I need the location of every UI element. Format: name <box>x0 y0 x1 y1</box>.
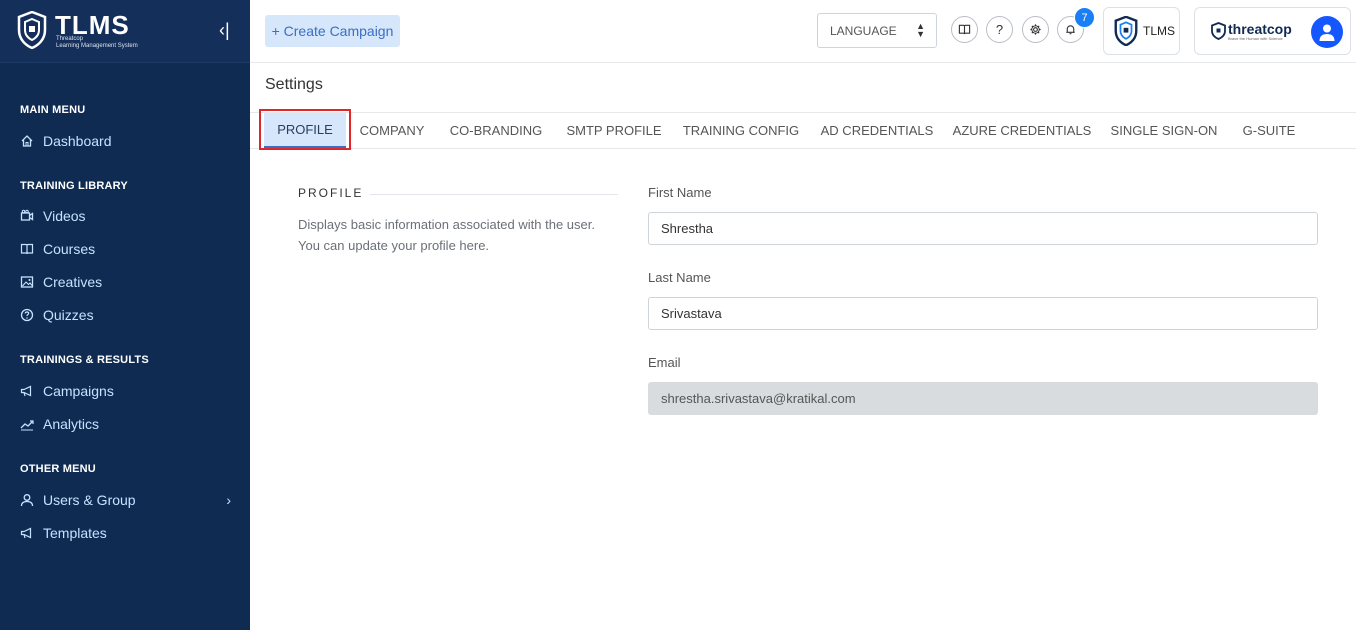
brand-subtitle-company: Threatcop <box>56 36 84 42</box>
menu-section-training-library: TRAINING LIBRARY <box>20 180 128 192</box>
user-icon <box>20 493 34 507</box>
page-title: Settings <box>265 76 323 93</box>
chart-icon <box>20 417 34 431</box>
tab-ad-credentials[interactable]: AD CREDENTIALS <box>818 113 936 148</box>
tab-training-config[interactable]: TRAINING CONFIG <box>682 113 800 148</box>
sidebar-item-label: Users & Group <box>43 492 136 508</box>
menu-section-trainings-results: TRAININGS & RESULTS <box>20 354 149 366</box>
threatcop-wordmark: threatcop <box>1228 20 1292 37</box>
threatcop-shield-icon <box>1211 22 1226 40</box>
sidebar-item-courses[interactable]: Courses <box>20 238 235 260</box>
create-campaign-button[interactable]: + Create Campaign <box>265 15 400 47</box>
tab-azure-credentials[interactable]: AZURE CREDENTIALS <box>953 113 1092 148</box>
help-button[interactable]: ? <box>986 16 1013 43</box>
section-divider <box>370 194 618 195</box>
profile-description: Displays basic information associated wi… <box>298 217 595 253</box>
sidebar-item-campaigns[interactable]: Campaigns <box>20 380 235 402</box>
sidebar-item-quizzes[interactable]: Quizzes <box>20 304 235 326</box>
settings-button[interactable] <box>1022 16 1049 43</box>
last-name-label: Last Name <box>648 270 711 285</box>
brand-subtitle-product: Learning Management System <box>56 43 138 49</box>
tab-smtp-profile[interactable]: SMTP PROFILE <box>564 113 664 148</box>
tab-co-branding[interactable]: CO-BRANDING <box>446 113 546 148</box>
account-menu[interactable]: threatcop Brave the Human with Science <box>1194 7 1351 55</box>
chevron-right-icon[interactable]: › <box>226 492 231 508</box>
tlms-logo-icon <box>1114 16 1138 46</box>
first-name-label: First Name <box>648 185 712 200</box>
top-header: + Create Campaign LANGUAGE ▲ ▼ ? 7 TLMS t… <box>250 0 1356 63</box>
help-icon: ? <box>995 22 1004 37</box>
gear-icon <box>1030 24 1041 35</box>
video-icon <box>20 209 34 223</box>
sidebar-item-label: Creatives <box>43 274 103 290</box>
megaphone-icon <box>20 384 34 398</box>
language-select[interactable]: LANGUAGE ▲ ▼ <box>817 13 937 48</box>
sidebar-item-dashboard[interactable]: Dashboard <box>20 130 235 152</box>
settings-tabs: PROFILE COMPANY CO-BRANDING SMTP PROFILE… <box>250 112 1356 149</box>
menu-section-other: OTHER MENU <box>20 463 96 475</box>
book-button[interactable] <box>951 16 978 43</box>
sidebar-item-creatives[interactable]: Creatives <box>20 271 235 293</box>
tab-g-suite[interactable]: G-SUITE <box>1238 113 1300 148</box>
sidebar-item-label: Videos <box>43 208 86 224</box>
menu-section-main: MAIN MENU <box>20 104 86 116</box>
last-name-field[interactable] <box>648 297 1318 330</box>
book-icon <box>20 242 34 256</box>
sidebar: TLMS Threatcop Learning Management Syste… <box>0 0 250 630</box>
collapse-sidebar-icon[interactable]: ‹| <box>219 20 230 41</box>
threatcop-tagline: Brave the Human with Science <box>1228 35 1283 41</box>
megaphone-icon <box>20 526 34 540</box>
tlms-app-label: TLMS <box>1143 24 1176 38</box>
avatar[interactable] <box>1311 16 1343 48</box>
tab-profile[interactable]: PROFILE <box>264 113 346 148</box>
question-icon <box>20 308 34 322</box>
profile-section-title: PROFILE <box>298 186 364 200</box>
tlms-app-switch[interactable]: TLMS <box>1103 7 1180 55</box>
sidebar-item-analytics[interactable]: Analytics <box>20 413 235 435</box>
sidebar-item-videos[interactable]: Videos <box>20 205 235 227</box>
home-icon <box>20 134 34 148</box>
tab-company[interactable]: COMPANY <box>354 113 430 148</box>
user-avatar-icon <box>1319 24 1335 41</box>
notification-count-badge: 7 <box>1074 7 1095 28</box>
tlms-logo-icon <box>17 11 47 49</box>
first-name-field[interactable] <box>648 212 1318 245</box>
bell-icon <box>1066 25 1075 35</box>
sidebar-item-templates[interactable]: Templates <box>20 522 235 544</box>
sidebar-item-users-group[interactable]: Users & Group › <box>20 489 235 511</box>
sidebar-item-label: Analytics <box>43 416 100 432</box>
sidebar-item-label: Campaigns <box>43 383 114 399</box>
image-icon <box>20 275 34 289</box>
sidebar-item-label: Courses <box>43 241 96 257</box>
language-select-value: LANGUAGE <box>830 23 897 38</box>
sidebar-item-label: Quizzes <box>43 307 94 323</box>
email-label: Email <box>648 355 681 370</box>
sidebar-item-label: Dashboard <box>43 133 112 149</box>
tab-single-sign-on[interactable]: SINGLE SIGN-ON <box>1110 113 1218 148</box>
sidebar-item-label: Templates <box>43 525 107 541</box>
sort-arrows-icon: ▲ ▼ <box>916 21 925 39</box>
threatcop-logo: threatcop Brave the Human with Science <box>1211 22 1292 41</box>
brand: TLMS Threatcop Learning Management Syste… <box>0 0 250 63</box>
book-icon <box>958 24 971 35</box>
email-field <box>648 382 1318 415</box>
